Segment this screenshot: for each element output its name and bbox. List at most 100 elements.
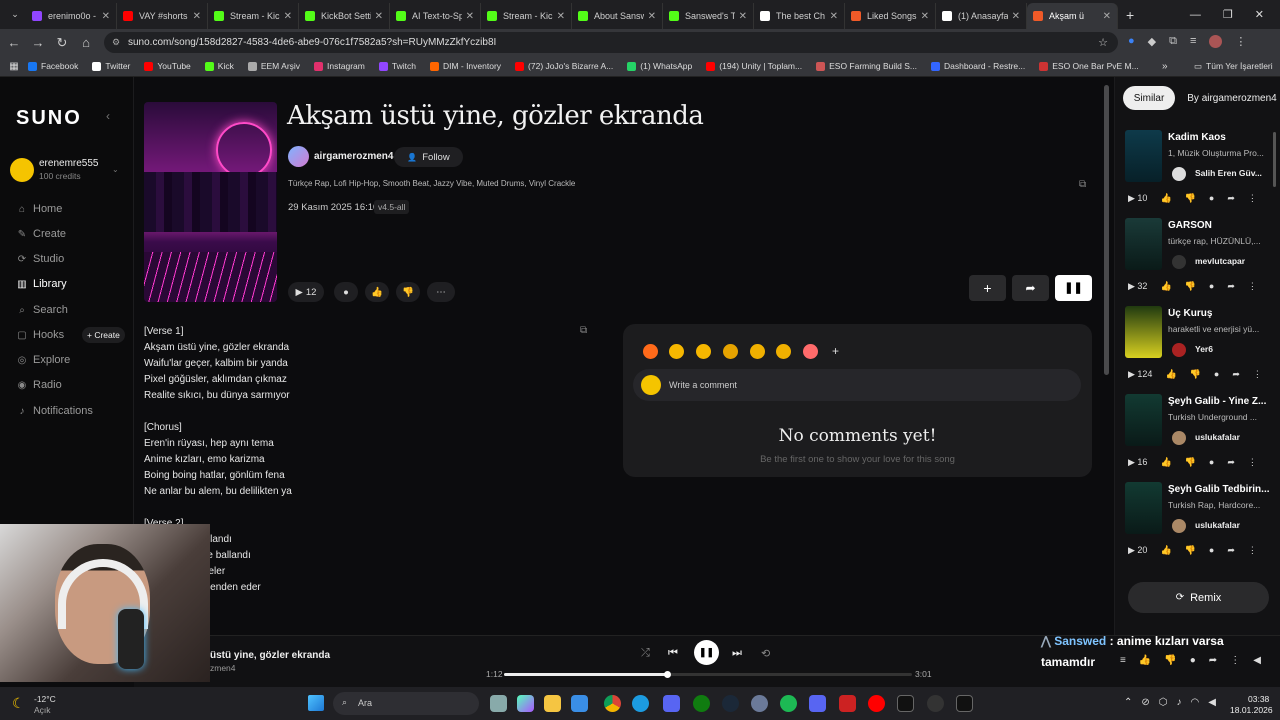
browser-tab[interactable]: (1) Anasayfa ✕ (936, 3, 1027, 29)
bookmark-item[interactable]: Twitch (378, 61, 416, 71)
close-tab-icon[interactable]: ✕ (830, 11, 838, 22)
song-thumbnail[interactable] (1125, 130, 1162, 182)
card-user[interactable]: Yer6 (1195, 344, 1213, 354)
shuffle-icon[interactable]: ⤮ (641, 647, 650, 660)
follow-button[interactable]: 👤 Follow (394, 147, 463, 167)
reload-icon[interactable]: ↻ (50, 35, 74, 51)
card-title[interactable]: Şeyh Galib Tedbirin... (1168, 484, 1278, 495)
browser-menu-icon[interactable]: ⋮ (1235, 35, 1246, 48)
bookmark-item[interactable]: EEM Arşiv (247, 61, 300, 71)
close-tab-icon[interactable]: ✕ (193, 11, 201, 22)
browser-tab[interactable]: Stream - Kic ✕ (208, 3, 299, 29)
bookmark-item[interactable]: DIM - Inventory (429, 61, 501, 71)
store-icon[interactable] (571, 695, 588, 712)
extensions-puzzle-icon[interactable]: ⧉ (1169, 35, 1177, 48)
card-user-avatar[interactable] (1172, 431, 1186, 445)
bookmark-item[interactable]: ESO One Bar PvE M... (1039, 61, 1139, 71)
suno-logo[interactable]: SUNO (16, 107, 82, 130)
card-like-icon[interactable]: 👍 (1160, 193, 1171, 204)
capcut-icon[interactable] (897, 695, 914, 712)
song-tags[interactable]: Türkçe Rap, Lofi Hip-Hop, Smooth Beat, J… (288, 179, 575, 188)
clock-time[interactable]: 03:38 (1248, 694, 1269, 704)
card-like-icon[interactable]: 👍 (1160, 457, 1171, 468)
card-comment-icon[interactable]: ● (1209, 545, 1214, 556)
player-pause-button[interactable]: ❚❚ (694, 640, 719, 665)
bookmark-item[interactable]: Twitter (92, 61, 130, 71)
similar-song-card[interactable]: Üç Kuruş haraketli ve enerjisi yü... Yer6 ▶… (1125, 306, 1275, 394)
copy-lyrics-icon[interactable]: ⧉ (580, 325, 587, 336)
xbox-icon[interactable] (693, 695, 710, 712)
similar-song-card[interactable]: Şeyh Galib Tedbirin... Turkish Rap, Hardc… (1125, 482, 1275, 570)
weather-icon[interactable]: ☾ (12, 695, 25, 712)
player-song-title[interactable]: üstü yine, gözler ekranda (210, 650, 330, 661)
bookmark-item[interactable]: YouTube (144, 61, 191, 71)
bookmark-item[interactable]: ESO Farming Build S... (816, 61, 917, 71)
bookmarks-folder[interactable]: ▭ Tüm Yer İşaretleri (1194, 61, 1273, 72)
more-bookmarks-icon[interactable]: » (1162, 61, 1168, 72)
extension-icon[interactable]: ● (1128, 35, 1135, 48)
card-play-button[interactable]: ▶ 20 (1128, 545, 1147, 556)
start-button[interactable] (308, 695, 324, 711)
browser-tab[interactable]: About Sansw ✕ (572, 3, 663, 29)
spotify-icon[interactable] (780, 695, 797, 712)
hooks-create-button[interactable]: + Create (82, 327, 125, 343)
similar-song-card[interactable]: Kadim Kaos 1, Müzik Oluşturma Pro... Salih… (1125, 130, 1275, 218)
card-dislike-icon[interactable]: 👎 (1185, 545, 1196, 556)
card-more-icon[interactable]: ⋮ (1248, 193, 1257, 204)
card-dislike-icon[interactable]: 👎 (1185, 457, 1196, 468)
similar-song-card[interactable]: Şeyh Galib - Yine Z... Turkish Undergroun… (1125, 394, 1275, 482)
site-info-icon[interactable]: ⚙ (112, 37, 120, 48)
nav-search[interactable]: ⌕ Search (17, 304, 68, 316)
copilot-icon[interactable] (517, 695, 534, 712)
bookmark-item[interactable]: (194) Unity | Toplam... (706, 61, 802, 71)
close-tab-icon[interactable]: ✕ (739, 11, 747, 22)
artist-avatar[interactable] (288, 146, 309, 167)
media-controls-icon[interactable]: ≡ (1190, 35, 1196, 48)
nav-hooks[interactable]: ▢ Hooks (17, 329, 64, 341)
card-title[interactable]: GARSON (1168, 220, 1278, 231)
repeat-icon[interactable]: ⟲ (761, 647, 770, 660)
remix-button[interactable]: ⟳ Remix (1128, 582, 1269, 613)
browser-tab[interactable]: Akşam ü ✕ (1027, 3, 1118, 29)
card-user-avatar[interactable] (1172, 255, 1186, 269)
copy-link-icon[interactable]: ⧉ (1079, 179, 1086, 190)
back-icon[interactable]: ← (2, 35, 26, 50)
pause-button[interactable]: ❚❚ (1055, 275, 1092, 301)
song-thumbnail[interactable] (1125, 394, 1162, 446)
collapse-sidebar-icon[interactable]: ‹ (106, 109, 110, 123)
card-more-icon[interactable]: ⋮ (1248, 545, 1257, 556)
card-share-icon[interactable]: ➦ (1232, 369, 1240, 380)
speaker-icon[interactable]: ◀ (1208, 697, 1216, 708)
browser-tab[interactable]: Liked Songs ✕ (845, 3, 936, 29)
close-tab-icon[interactable]: ✕ (648, 11, 656, 22)
card-play-button[interactable]: ▶ 32 (1128, 281, 1147, 292)
app-circle-icon[interactable] (751, 695, 768, 712)
profile-avatar[interactable] (1209, 35, 1223, 48)
mind-blown-emoji-icon[interactable] (803, 344, 818, 359)
browser-tab[interactable]: The best Ch ✕ (754, 3, 845, 29)
app-red-icon[interactable] (839, 695, 856, 712)
browser-tab[interactable]: KickBot Setti ✕ (299, 3, 390, 29)
tab-by-artist[interactable]: By airgamerozmen4 (1185, 86, 1279, 110)
card-share-icon[interactable]: ➦ (1227, 457, 1235, 468)
card-like-icon[interactable]: 👍 (1160, 281, 1171, 292)
song-thumbnail[interactable] (1125, 482, 1162, 534)
taskbar-search[interactable]: ⌕ Ara (333, 692, 479, 715)
card-share-icon[interactable]: ➦ (1227, 545, 1235, 556)
card-user-avatar[interactable] (1172, 167, 1186, 181)
close-tab-icon[interactable]: ✕ (921, 11, 929, 22)
song-thumbnail[interactable] (1125, 306, 1162, 358)
nav-studio[interactable]: ⟳ Studio (17, 253, 64, 265)
card-comment-icon[interactable]: ● (1209, 193, 1214, 204)
similar-song-card[interactable]: GARSON türkçe rap, HÜZÜNLÜ,... mevlutcapar… (1125, 218, 1275, 306)
card-user-avatar[interactable] (1172, 519, 1186, 533)
heart-eyes-emoji-icon[interactable] (669, 344, 684, 359)
bookmark-item[interactable]: Instagram (314, 61, 365, 71)
card-share-icon[interactable]: ➦ (1227, 193, 1235, 204)
right-scrollbar[interactable] (1273, 132, 1276, 187)
extension-2-icon[interactable]: ◆ (1148, 35, 1156, 48)
card-comment-icon[interactable]: ● (1214, 369, 1219, 380)
edge-icon[interactable] (632, 695, 649, 712)
card-share-icon[interactable]: ➦ (1227, 281, 1235, 292)
thumbs-up-emoji-icon[interactable] (750, 344, 765, 359)
